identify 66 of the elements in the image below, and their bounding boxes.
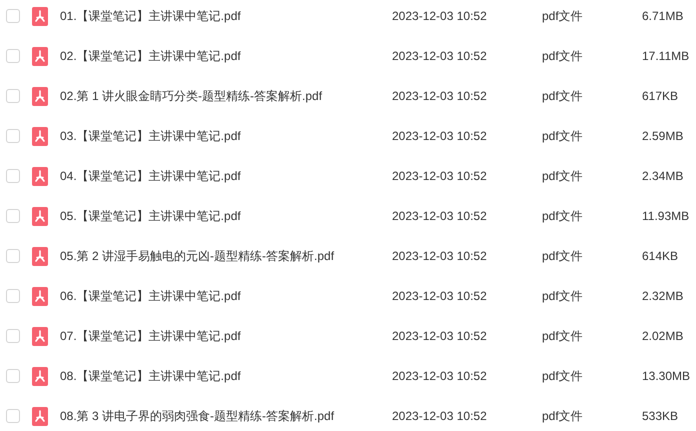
modified-date: 2023-12-03 10:52 <box>392 169 488 183</box>
pdf-file-icon <box>32 286 48 306</box>
checkbox[interactable] <box>6 89 20 103</box>
file-type: pdf文件 <box>542 128 584 144</box>
file-name[interactable]: 04.【课堂笔记】主讲课中笔记.pdf <box>60 168 392 184</box>
pdf-file-icon <box>32 86 48 106</box>
file-size: 17.11MB <box>642 49 690 63</box>
file-size: 2.02MB <box>642 329 684 343</box>
file-type: pdf文件 <box>542 168 584 184</box>
modified-date: 2023-12-03 10:52 <box>392 9 488 23</box>
file-name[interactable]: 01.【课堂笔记】主讲课中笔记.pdf <box>60 8 392 24</box>
pdf-file-icon <box>32 6 48 26</box>
pdf-file-icon <box>32 366 48 386</box>
file-type: pdf文件 <box>542 288 584 304</box>
pdf-file-icon <box>32 246 48 266</box>
file-type: pdf文件 <box>542 8 584 24</box>
pdf-file-icon <box>32 406 48 426</box>
checkbox[interactable] <box>6 289 20 303</box>
modified-date: 2023-12-03 10:52 <box>392 129 488 143</box>
file-name[interactable]: 06.【课堂笔记】主讲课中笔记.pdf <box>60 288 392 304</box>
file-type: pdf文件 <box>542 328 584 344</box>
file-name[interactable]: 07.【课堂笔记】主讲课中笔记.pdf <box>60 328 392 344</box>
checkbox[interactable] <box>6 129 20 143</box>
file-type: pdf文件 <box>542 88 584 104</box>
file-type: pdf文件 <box>542 208 584 224</box>
file-name[interactable]: 03.【课堂笔记】主讲课中笔记.pdf <box>60 128 392 144</box>
file-name[interactable]: 08.【课堂笔记】主讲课中笔记.pdf <box>60 368 392 384</box>
modified-date: 2023-12-03 10:52 <box>392 49 488 63</box>
file-name[interactable]: 02.第 1 讲火眼金睛巧分类-题型精练-答案解析.pdf <box>60 88 392 104</box>
pdf-file-icon <box>32 126 48 146</box>
modified-date: 2023-12-03 10:52 <box>392 89 488 103</box>
file-size: 2.34MB <box>642 169 684 183</box>
modified-date: 2023-12-03 10:52 <box>392 249 488 263</box>
modified-date: 2023-12-03 10:52 <box>392 369 488 383</box>
modified-date: 2023-12-03 10:52 <box>392 209 488 223</box>
checkbox[interactable] <box>6 209 20 223</box>
checkbox[interactable] <box>6 329 20 343</box>
file-size: 2.59MB <box>642 129 684 143</box>
file-type: pdf文件 <box>542 408 584 424</box>
file-size: 6.71MB <box>642 9 684 23</box>
file-size: 13.30MB <box>642 369 692 383</box>
checkbox[interactable] <box>6 369 20 383</box>
pdf-file-icon <box>32 46 48 66</box>
file-size: 533KB <box>642 409 680 423</box>
checkbox[interactable] <box>6 49 20 63</box>
modified-date: 2023-12-03 10:52 <box>392 409 488 423</box>
file-size: 11.93MB <box>642 209 690 223</box>
modified-date: 2023-12-03 10:52 <box>392 289 488 303</box>
modified-date: 2023-12-03 10:52 <box>392 329 488 343</box>
file-name[interactable]: 02.【课堂笔记】主讲课中笔记.pdf <box>60 48 392 64</box>
file-size: 614KB <box>642 249 680 263</box>
file-size: 2.32MB <box>642 289 684 303</box>
file-name[interactable]: 05.第 2 讲湿手易触电的元凶-题型精练-答案解析.pdf <box>60 248 392 264</box>
file-size: 617KB <box>642 89 680 103</box>
checkbox[interactable] <box>6 9 20 23</box>
checkbox[interactable] <box>6 249 20 263</box>
file-type: pdf文件 <box>542 368 584 384</box>
pdf-file-icon <box>32 166 48 186</box>
checkbox[interactable] <box>6 169 20 183</box>
checkbox[interactable] <box>6 409 20 423</box>
file-type: pdf文件 <box>542 248 584 264</box>
pdf-file-icon <box>32 326 48 346</box>
pdf-file-icon <box>32 206 48 226</box>
file-name[interactable]: 08.第 3 讲电子界的弱肉强食-题型精练-答案解析.pdf <box>60 408 392 424</box>
file-name[interactable]: 05.【课堂笔记】主讲课中笔记.pdf <box>60 208 392 224</box>
file-type: pdf文件 <box>542 48 584 64</box>
